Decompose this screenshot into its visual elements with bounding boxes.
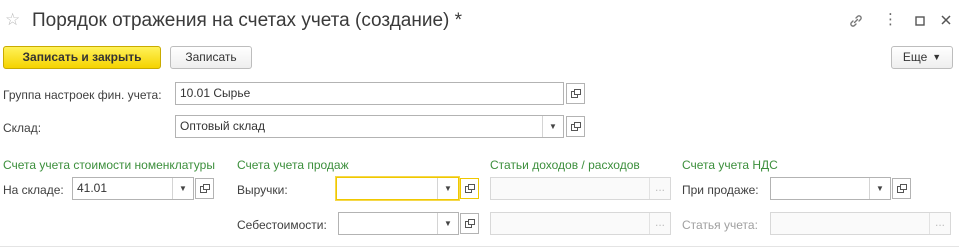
expense-item-value xyxy=(491,213,649,234)
open-window-icon xyxy=(199,184,210,193)
warehouse-label: Склад: xyxy=(3,121,42,135)
cost-label: Себестоимости: xyxy=(237,218,327,232)
group-settings-open-button[interactable] xyxy=(566,83,585,104)
inventory-accounts-section-title: Счета учета стоимости номенклатуры xyxy=(3,158,215,172)
on-sale-field[interactable]: ▼ xyxy=(770,177,891,200)
expense-item-select-button: ... xyxy=(649,213,670,234)
revenue-open-button[interactable] xyxy=(460,178,479,199)
vat-accounts-section-title: Счета учета НДС xyxy=(682,158,778,172)
revenue-value xyxy=(337,178,437,199)
link-icon[interactable] xyxy=(848,13,864,32)
page-title: Порядок отражения на счетах учета (созда… xyxy=(32,10,463,31)
favorite-star-icon[interactable]: ☆ xyxy=(5,10,20,30)
more-button-label: Еще xyxy=(902,50,928,64)
open-window-icon xyxy=(464,219,475,228)
revenue-label: Выручки: xyxy=(237,183,288,197)
account-item-label: Статья учета: xyxy=(682,218,758,232)
bottom-divider xyxy=(0,246,959,247)
warehouse-value: Оптовый склад xyxy=(180,119,265,133)
in-stock-field[interactable]: 41.01 ▼ xyxy=(72,177,194,200)
on-sale-label: При продаже: xyxy=(682,183,759,197)
in-stock-open-button[interactable] xyxy=(195,178,214,199)
more-button[interactable]: Еще ▼ xyxy=(891,46,953,69)
open-window-icon xyxy=(464,184,475,193)
income-item-value xyxy=(491,178,649,199)
sales-accounts-section-title: Счета учета продаж xyxy=(237,158,349,172)
on-sale-open-button[interactable] xyxy=(892,178,911,199)
on-sale-value xyxy=(771,178,869,199)
save-button[interactable]: Записать xyxy=(170,46,252,69)
in-stock-dropdown-icon[interactable]: ▼ xyxy=(172,178,193,199)
cost-open-button[interactable] xyxy=(460,213,479,234)
account-item-value xyxy=(771,213,929,234)
income-expense-section-title: Статьи доходов / расходов xyxy=(490,158,640,172)
cost-dropdown-icon[interactable]: ▼ xyxy=(437,213,458,234)
maximize-icon[interactable] xyxy=(912,14,928,30)
close-icon[interactable] xyxy=(938,13,954,29)
income-item-field: ... xyxy=(490,177,671,200)
on-sale-dropdown-icon[interactable]: ▼ xyxy=(869,178,890,199)
expense-item-field: ... xyxy=(490,212,671,235)
cost-value xyxy=(339,213,437,234)
in-stock-value: 41.01 xyxy=(77,181,108,195)
income-item-select-button: ... xyxy=(649,178,670,199)
open-window-icon xyxy=(896,184,907,193)
cost-field[interactable]: ▼ xyxy=(338,212,459,235)
more-options-icon[interactable]: ⋮ xyxy=(882,12,898,28)
open-window-icon xyxy=(570,122,581,131)
group-settings-value: 10.01 Сырье xyxy=(180,86,251,100)
revenue-dropdown-icon[interactable]: ▼ xyxy=(437,178,458,199)
account-item-field: ... xyxy=(770,212,951,235)
warehouse-open-button[interactable] xyxy=(566,116,585,137)
group-settings-label: Группа настроек фин. учета: xyxy=(3,88,162,102)
account-item-select-button: ... xyxy=(929,213,950,234)
warehouse-dropdown-icon[interactable]: ▼ xyxy=(542,116,563,137)
warehouse-field[interactable]: Оптовый склад ▼ xyxy=(175,115,564,138)
group-settings-field[interactable]: 10.01 Сырье xyxy=(175,82,564,105)
save-and-close-button[interactable]: Записать и закрыть xyxy=(3,46,161,69)
chevron-down-icon: ▼ xyxy=(932,52,942,62)
revenue-field[interactable]: ▼ xyxy=(336,177,459,200)
in-stock-label: На складе: xyxy=(3,183,64,197)
open-window-icon xyxy=(570,89,581,98)
